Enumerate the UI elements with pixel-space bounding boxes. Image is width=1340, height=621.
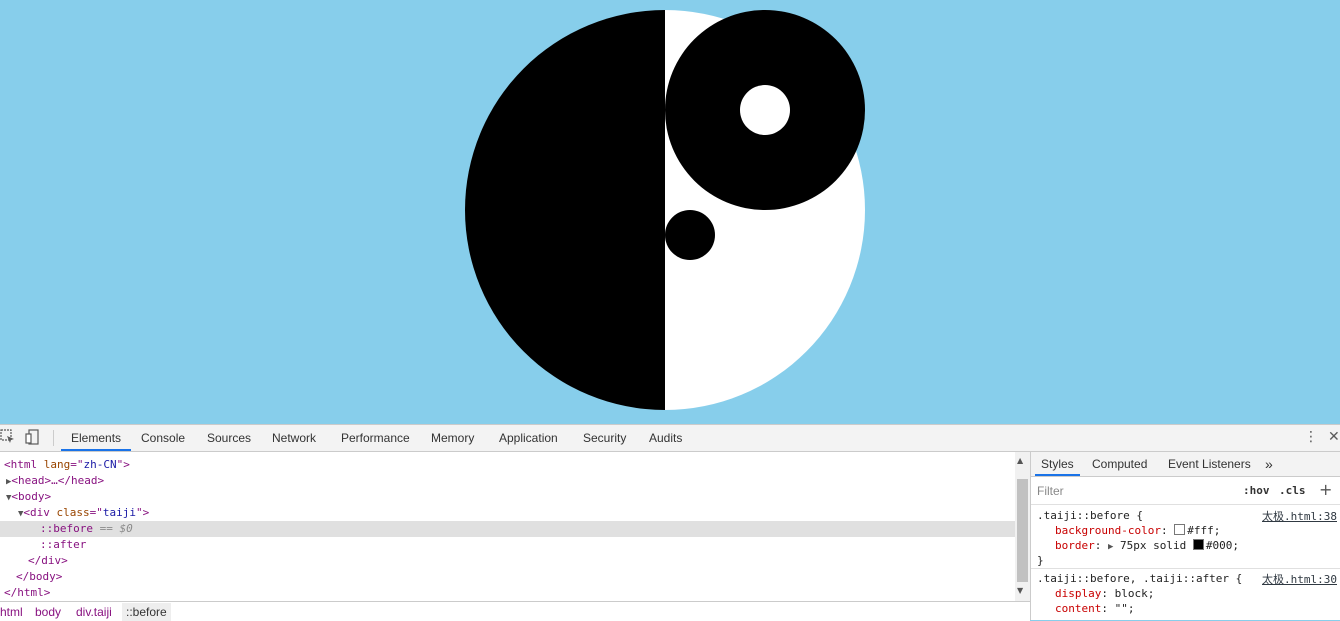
dom-tree: <html lang="zh-CN"> ▶<head>…</head> ▼<bo… (0, 452, 1015, 601)
tab-performance[interactable]: Performance (341, 425, 410, 451)
filter-row: :hov .cls + (1031, 478, 1340, 505)
prop-name: border (1055, 539, 1095, 552)
styles-sidebar: Styles Computed Event Listeners » :hov .… (1030, 452, 1340, 620)
tab-event-listeners[interactable]: Event Listeners (1168, 452, 1251, 476)
color-swatch-icon[interactable] (1174, 524, 1186, 535)
rule-divider (1031, 568, 1340, 569)
rule-source-link[interactable]: 太极.html:38 (1262, 508, 1337, 524)
breadcrumb: html body div.taiji ::before (0, 601, 1030, 621)
prop-value: block; (1114, 587, 1155, 600)
dom-html-close[interactable]: </html> (4, 585, 1015, 601)
dom-head-node[interactable]: ▶<head>…</head> (6, 473, 1015, 489)
hov-toggle[interactable]: :hov (1243, 484, 1270, 497)
crumb-html[interactable]: html (0, 605, 23, 619)
tab-computed[interactable]: Computed (1092, 452, 1147, 476)
html-attr-value: zh-CN (83, 458, 117, 471)
new-rule-button[interactable]: + (1319, 480, 1332, 499)
dom-div-node[interactable]: ▼<div class="taiji"> (18, 505, 1015, 521)
scroll-up-icon[interactable]: ▲ (1017, 456, 1023, 465)
head-tag: <head>…</head> (11, 474, 105, 487)
body-tag: <body> (11, 490, 52, 503)
crumb-before[interactable]: ::before (122, 603, 171, 621)
page-viewport (0, 0, 1340, 424)
html-tag-close: "> (116, 458, 130, 471)
scroll-down-icon[interactable]: ▼ (1017, 586, 1023, 595)
cls-toggle[interactable]: .cls (1279, 484, 1306, 497)
dom-before-node[interactable]: ::before == $0 (0, 521, 1015, 537)
device-toolbar-icon[interactable] (25, 429, 41, 445)
taiji-after-pseudo (665, 210, 715, 260)
after-pseudo-label: ::after (40, 538, 87, 551)
html-attr-eq: =" (70, 458, 84, 471)
tab-elements[interactable]: Elements (61, 425, 132, 451)
declaration-background-color[interactable]: background-color: #fff; (1055, 523, 1220, 538)
crumb-div-taiji[interactable]: div.taiji (76, 605, 112, 619)
html-attr-name: lang (43, 458, 71, 471)
color-swatch-icon[interactable] (1192, 539, 1204, 550)
crumb-body[interactable]: body (35, 605, 61, 619)
rule-close-brace: } (1037, 554, 1044, 567)
declaration-display[interactable]: display: block; (1055, 586, 1154, 601)
div-tag-close: "> (136, 506, 150, 519)
prop-name: display (1055, 587, 1102, 600)
tab-sources[interactable]: Sources (207, 425, 251, 451)
rule-selector[interactable]: .taiji::before { (1037, 508, 1143, 523)
prop-name: content (1055, 602, 1102, 615)
tab-network[interactable]: Network (272, 425, 316, 451)
dom-div-close[interactable]: </div> (28, 553, 1015, 569)
style-rule: .taiji::before { 太极.html:38 background-c… (1031, 506, 1340, 568)
tab-memory[interactable]: Memory (431, 425, 474, 451)
dom-html-node[interactable]: <html lang="zh-CN"> (4, 457, 1015, 473)
prop-value: 75px solid (1120, 539, 1193, 552)
tab-application[interactable]: Application (499, 425, 558, 451)
sidebar-tabs: Styles Computed Event Listeners » (1031, 452, 1340, 477)
prop-value-color: #000; (1205, 539, 1240, 552)
declaration-content[interactable]: content: ""; (1055, 601, 1134, 616)
div-tag: <div (23, 506, 50, 519)
tab-styles[interactable]: Styles (1035, 452, 1080, 476)
div-close-tag: </div> (28, 554, 68, 567)
body-close-tag: </body> (16, 570, 63, 583)
tab-console[interactable]: Console (141, 425, 185, 451)
div-attr-name: class (56, 506, 90, 519)
rule-selector[interactable]: .taiji::before, .taiji::after { (1037, 571, 1242, 586)
more-options-icon[interactable]: ⋮ (1303, 429, 1319, 445)
prop-value: ""; (1114, 602, 1135, 615)
expand-triangle-icon[interactable]: ▶ (1108, 542, 1113, 552)
devtools-panel: Elements Console Sources Network Perform… (0, 424, 1340, 621)
toolbar-divider (53, 430, 54, 446)
taiji-before-inner-dot (740, 85, 790, 135)
close-icon[interactable]: ✕ (1328, 429, 1340, 445)
rule-source-link[interactable]: 太极.html:30 (1262, 571, 1337, 587)
div-attr-value: taiji (102, 506, 137, 519)
inspect-element-icon[interactable] (0, 429, 16, 445)
dom-body-node[interactable]: ▼<body> (6, 489, 1015, 505)
tab-audits[interactable]: Audits (649, 425, 682, 451)
html-close-tag: </html> (4, 586, 51, 599)
devtools-toolbar: Elements Console Sources Network Perform… (0, 425, 1340, 452)
prop-value: #fff; (1187, 524, 1221, 537)
prop-name: background-color (1055, 524, 1161, 537)
dollar-zero: $0 (119, 522, 133, 535)
html-tag: <html (4, 458, 38, 471)
more-tabs-icon[interactable]: » (1265, 452, 1273, 476)
declaration-border[interactable]: border: ▶ 75px solid #000; (1055, 538, 1239, 553)
style-rule: .taiji::before, .taiji::after { 太极.html:… (1031, 570, 1340, 620)
div-attr-eq: =" (89, 506, 103, 519)
dom-after-node[interactable]: ::after (40, 537, 1015, 553)
dom-body-close[interactable]: </body> (16, 569, 1015, 585)
scroll-thumb[interactable] (1017, 479, 1028, 582)
styles-filter-input[interactable] (1035, 481, 1235, 501)
tab-security[interactable]: Security (583, 425, 626, 451)
before-eq: == (92, 522, 120, 535)
before-pseudo-label: ::before (40, 522, 93, 535)
